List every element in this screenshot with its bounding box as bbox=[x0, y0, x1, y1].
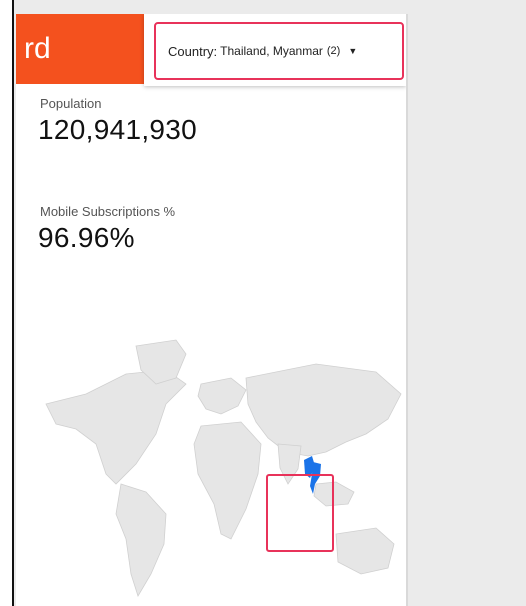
world-map[interactable] bbox=[16, 334, 406, 606]
filter-value: Thailand, Myanmar bbox=[220, 44, 323, 58]
dashboard-panel: rd Country: Thailand, Myanmar (2) ▼ Popu… bbox=[16, 14, 408, 606]
dashboard-title: rd bbox=[24, 32, 51, 65]
world-map-svg bbox=[45, 339, 402, 597]
dropdown-arrow-icon[interactable]: ▼ bbox=[348, 46, 357, 56]
map-south-america bbox=[115, 483, 167, 597]
filter-control-card: Country: Thailand, Myanmar (2) ▼ bbox=[144, 14, 406, 86]
map-selection-highlight bbox=[266, 474, 334, 552]
map-australia bbox=[335, 527, 395, 575]
map-africa bbox=[193, 421, 262, 540]
map-europe bbox=[197, 377, 247, 415]
filter-label: Country bbox=[168, 43, 214, 59]
country-filter-dropdown[interactable]: Country: Thailand, Myanmar (2) ▼ bbox=[154, 22, 404, 80]
dashboard-title-bar: rd bbox=[16, 14, 152, 84]
map-asia bbox=[245, 363, 402, 457]
population-value: 120,941,930 bbox=[38, 114, 198, 145]
window-left-edge bbox=[0, 0, 14, 606]
filter-count: (2) bbox=[326, 45, 341, 57]
mobile-subscriptions-label: Mobile Subscriptions % bbox=[40, 204, 176, 219]
mobile-subscriptions-value: 96.96% bbox=[38, 222, 135, 253]
map-north-america bbox=[45, 369, 187, 485]
population-label: Population bbox=[40, 96, 102, 111]
